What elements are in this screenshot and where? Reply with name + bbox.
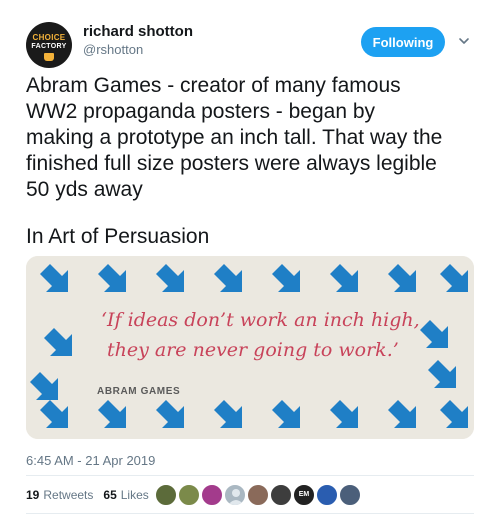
poster-quote-line-2: they are never going to work.’ xyxy=(107,339,399,361)
likes-label: Likes xyxy=(120,488,149,502)
user-avatar-icon[interactable] xyxy=(339,484,361,506)
avatar-text-bottom: FACTORY xyxy=(31,43,67,50)
tweet-text-second-paragraph: In Art of Persuasion xyxy=(26,225,210,248)
retweets-count: 19 xyxy=(26,488,40,502)
user-avatar-icon[interactable] xyxy=(178,484,200,506)
tweet-line: WW2 propaganda posters - began by xyxy=(26,100,376,123)
tweet-line: Abram Games - creator of many famous xyxy=(26,74,401,97)
tweet-media-image[interactable]: ‘If ideas don’t work an inch high, they … xyxy=(26,256,474,439)
tweet-stats: 19 Retweets 65 Likes xyxy=(26,486,159,504)
tweet-header: CHOICE FACTORY richard shotton @rshotton… xyxy=(20,18,480,68)
coffee-cup-icon xyxy=(44,53,54,61)
avatar[interactable]: CHOICE FACTORY xyxy=(26,22,72,68)
divider xyxy=(26,475,474,476)
poster-attribution: ABRAM GAMES xyxy=(97,386,181,397)
avatar-initials: EM xyxy=(298,491,310,498)
user-avatar-icon[interactable] xyxy=(155,484,177,506)
user-avatar-icon[interactable] xyxy=(247,484,269,506)
avatar-text-top: CHOICE xyxy=(32,33,66,42)
following-button[interactable]: Following xyxy=(361,27,445,57)
chevron-down-icon[interactable] xyxy=(458,35,470,47)
divider xyxy=(26,513,474,514)
display-name[interactable]: richard shotton xyxy=(83,23,193,40)
default-avatar-icon[interactable] xyxy=(224,484,246,506)
tweet-line: 50 yds away xyxy=(26,178,143,201)
tweet-line: finished full size posters were always l… xyxy=(26,152,437,175)
retweets-stat[interactable]: 19 Retweets xyxy=(26,488,93,502)
poster-quote: ‘If ideas don’t work an inch high, they … xyxy=(101,305,421,365)
user-avatar-icon[interactable] xyxy=(201,484,223,506)
tweet-text: Abram Games - creator of many famous WW2… xyxy=(26,73,481,203)
tweet-timestamp[interactable]: 6:45 AM - 21 Apr 2019 xyxy=(26,453,155,468)
poster-quote-line-1: ‘If ideas don’t work an inch high, xyxy=(101,309,420,331)
user-avatar-icon[interactable]: EM xyxy=(293,484,315,506)
likes-stat[interactable]: 65 Likes xyxy=(103,488,148,502)
retweets-label: Retweets xyxy=(43,488,94,502)
user-avatar-icon[interactable] xyxy=(316,484,338,506)
tweet-line: making a prototype an inch tall. That wa… xyxy=(26,126,443,149)
likes-count: 65 xyxy=(103,488,117,502)
user-avatar-icon[interactable] xyxy=(270,484,292,506)
user-handle[interactable]: @rshotton xyxy=(83,42,143,57)
